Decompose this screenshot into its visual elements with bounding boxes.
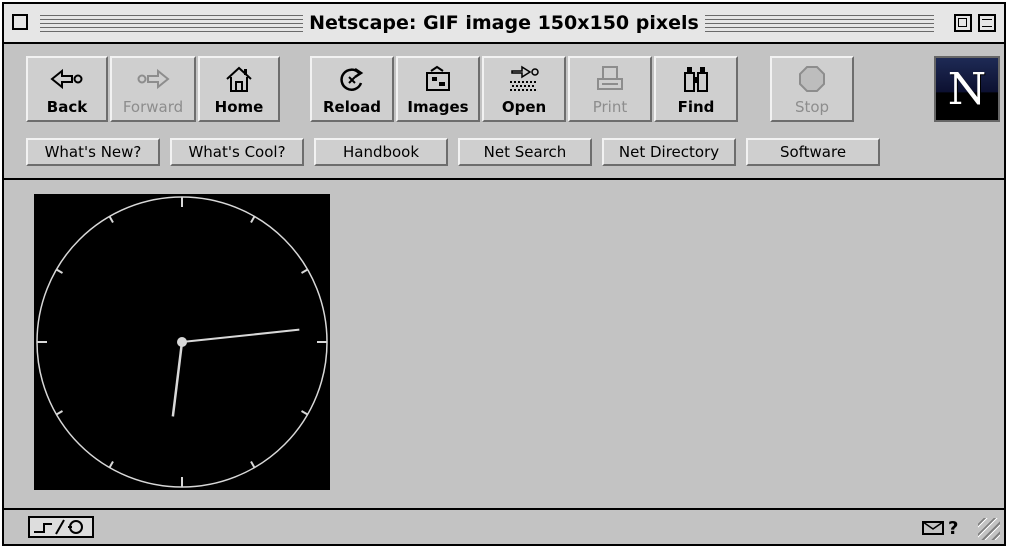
open-icon <box>484 64 564 94</box>
title-bar[interactable]: Netscape: GIF image 150x150 pixels <box>4 4 1004 44</box>
status-icons: ? <box>922 516 968 539</box>
hour-tick <box>108 461 114 469</box>
stop-label: Stop <box>794 98 830 116</box>
home-icon <box>200 64 278 94</box>
close-box[interactable] <box>12 14 28 30</box>
mail-icon[interactable] <box>922 521 944 535</box>
clock-center <box>177 337 187 347</box>
net-search-button[interactable]: Net Search <box>458 138 592 166</box>
reload-button[interactable]: Reload <box>310 56 394 122</box>
binoculars-icon <box>656 64 736 94</box>
hour-tick <box>301 410 309 416</box>
navigation-toolbar: Back Forward Home Reload Images Open Pri… <box>4 44 1004 180</box>
hour-tick <box>55 268 63 274</box>
svg-text:?: ? <box>948 518 958 538</box>
home-button[interactable]: Home <box>198 56 280 122</box>
open-button[interactable]: Open <box>482 56 566 122</box>
clock-gif-image <box>34 194 330 490</box>
browser-window: Netscape: GIF image 150x150 pixels Back … <box>2 2 1006 546</box>
hour-tick <box>55 410 63 416</box>
forward-button[interactable]: Forward <box>110 56 196 122</box>
collapse-box[interactable] <box>978 14 996 32</box>
title-bar-stripes <box>40 13 934 33</box>
stop-icon <box>772 64 852 94</box>
print-button[interactable]: Print <box>568 56 652 122</box>
open-label: Open <box>501 98 547 116</box>
stop-button[interactable]: Stop <box>770 56 854 122</box>
analog-clock <box>36 196 328 488</box>
software-button[interactable]: Software <box>746 138 880 166</box>
handbook-button[interactable]: Handbook <box>314 138 448 166</box>
hour-tick <box>250 215 256 223</box>
hour-hand <box>171 341 184 417</box>
reload-label: Reload <box>322 98 382 116</box>
netscape-logo[interactable]: N <box>934 56 1000 122</box>
whats-cool-button[interactable]: What's Cool? <box>170 138 304 166</box>
back-label: Back <box>46 98 88 116</box>
home-label: Home <box>214 98 264 116</box>
images-button[interactable]: Images <box>396 56 480 122</box>
resize-grip[interactable] <box>978 518 1000 540</box>
print-label: Print <box>592 98 628 116</box>
security-key-icon[interactable] <box>28 516 94 538</box>
hour-tick <box>250 461 256 469</box>
images-label: Images <box>407 98 469 116</box>
back-button[interactable]: Back <box>26 56 108 122</box>
printer-icon <box>570 64 650 94</box>
netscape-logo-letter: N <box>947 63 987 115</box>
minute-hand <box>181 328 300 343</box>
back-arrow-icon <box>28 64 106 94</box>
hour-tick <box>108 215 114 223</box>
hour-tick <box>301 268 309 274</box>
net-directory-button[interactable]: Net Directory <box>602 138 736 166</box>
status-bar: ? <box>4 508 1004 544</box>
find-label: Find <box>677 98 715 116</box>
forward-arrow-icon <box>112 64 194 94</box>
reload-icon <box>312 64 392 94</box>
find-button[interactable]: Find <box>654 56 738 122</box>
help-icon[interactable]: ? <box>948 518 958 539</box>
images-icon <box>398 64 478 94</box>
zoom-box[interactable] <box>954 14 972 32</box>
page-content[interactable] <box>4 180 1004 510</box>
whats-new-button[interactable]: What's New? <box>26 138 160 166</box>
forward-label: Forward <box>122 98 184 116</box>
